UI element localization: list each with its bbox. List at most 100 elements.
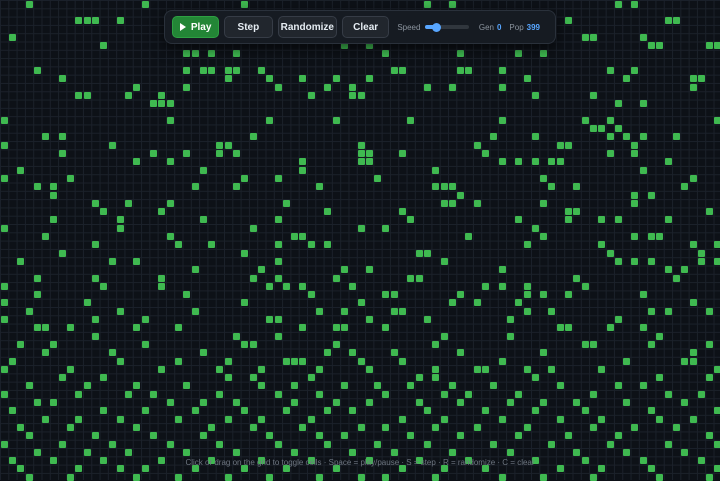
live-cell[interactable]	[116, 17, 124, 25]
live-cell[interactable]	[473, 299, 481, 307]
live-cell[interactable]	[399, 415, 406, 423]
live-cell[interactable]	[266, 316, 274, 323]
live-cell[interactable]	[540, 50, 548, 58]
live-cell[interactable]	[631, 150, 639, 157]
live-cell[interactable]	[639, 457, 647, 465]
live-cell[interactable]	[58, 133, 66, 141]
live-cell[interactable]	[324, 208, 332, 216]
live-cell[interactable]	[191, 407, 199, 415]
live-cell[interactable]	[465, 390, 473, 398]
live-cell[interactable]	[241, 174, 249, 182]
live-cell[interactable]	[307, 457, 315, 465]
live-cell[interactable]	[141, 316, 149, 323]
live-cell[interactable]	[233, 332, 240, 340]
live-cell[interactable]	[648, 340, 655, 348]
live-cell[interactable]	[614, 316, 622, 323]
live-cell[interactable]	[648, 257, 655, 265]
live-cell[interactable]	[249, 274, 257, 282]
live-cell[interactable]	[274, 316, 282, 323]
live-cell[interactable]	[58, 374, 66, 382]
live-cell[interactable]	[299, 282, 307, 290]
live-cell[interactable]	[0, 440, 8, 448]
live-cell[interactable]	[332, 274, 340, 282]
live-cell[interactable]	[108, 257, 116, 265]
live-cell[interactable]	[457, 67, 465, 74]
live-cell[interactable]	[556, 415, 564, 423]
live-cell[interactable]	[67, 365, 74, 373]
live-cell[interactable]	[581, 116, 589, 124]
live-cell[interactable]	[50, 216, 58, 224]
live-cell[interactable]	[133, 257, 141, 265]
live-cell[interactable]	[158, 365, 166, 373]
live-cell[interactable]	[25, 382, 33, 390]
live-cell[interactable]	[681, 266, 689, 274]
live-cell[interactable]	[440, 390, 448, 398]
live-cell[interactable]	[432, 183, 440, 191]
live-cell[interactable]	[399, 208, 406, 216]
live-cell[interactable]	[183, 448, 191, 456]
live-cell[interactable]	[407, 382, 415, 390]
live-cell[interactable]	[523, 365, 531, 373]
live-cell[interactable]	[631, 423, 639, 431]
live-cell[interactable]	[614, 100, 622, 108]
live-cell[interactable]	[706, 374, 714, 382]
live-cell[interactable]	[166, 199, 174, 207]
live-cell[interactable]	[307, 374, 315, 382]
live-cell[interactable]	[631, 141, 639, 149]
live-cell[interactable]	[498, 158, 506, 166]
live-cell[interactable]	[0, 116, 8, 124]
speed-slider-thumb[interactable]	[432, 22, 442, 32]
live-cell[interactable]	[108, 440, 116, 448]
live-cell[interactable]	[589, 390, 597, 398]
live-cell[interactable]	[8, 357, 16, 365]
live-cell[interactable]	[50, 191, 58, 199]
live-cell[interactable]	[340, 266, 348, 274]
live-cell[interactable]	[291, 448, 299, 456]
live-cell[interactable]	[473, 141, 481, 149]
live-cell[interactable]	[100, 457, 108, 465]
live-cell[interactable]	[473, 423, 481, 431]
live-cell[interactable]	[556, 382, 564, 390]
live-cell[interactable]	[581, 282, 589, 290]
live-cell[interactable]	[415, 457, 423, 465]
live-cell[interactable]	[465, 233, 473, 240]
live-cell[interactable]	[540, 291, 548, 299]
live-cell[interactable]	[689, 357, 697, 365]
live-cell[interactable]	[423, 0, 431, 8]
live-cell[interactable]	[166, 440, 174, 448]
live-cell[interactable]	[83, 299, 91, 307]
live-cell[interactable]	[598, 365, 606, 373]
live-cell[interactable]	[224, 67, 232, 74]
live-cell[interactable]	[349, 282, 357, 290]
live-cell[interactable]	[672, 274, 680, 282]
live-cell[interactable]	[482, 365, 489, 373]
live-cell[interactable]	[241, 465, 249, 473]
live-cell[interactable]	[482, 282, 489, 290]
live-cell[interactable]	[382, 224, 390, 232]
live-cell[interactable]	[75, 415, 83, 423]
live-cell[interactable]	[108, 141, 116, 149]
live-cell[interactable]	[523, 307, 531, 315]
live-cell[interactable]	[332, 75, 340, 83]
live-cell[interactable]	[349, 349, 357, 357]
live-cell[interactable]	[133, 324, 141, 332]
live-cell[interactable]	[141, 340, 149, 348]
live-cell[interactable]	[631, 0, 639, 8]
live-cell[interactable]	[656, 415, 664, 423]
live-cell[interactable]	[216, 390, 224, 398]
live-cell[interactable]	[307, 91, 315, 99]
live-cell[interactable]	[506, 399, 514, 406]
live-cell[interactable]	[714, 116, 720, 124]
live-cell[interactable]	[42, 415, 50, 423]
live-cell[interactable]	[515, 216, 523, 224]
live-cell[interactable]	[515, 390, 523, 398]
live-cell[interactable]	[0, 365, 8, 373]
live-cell[interactable]	[17, 423, 25, 431]
live-cell[interactable]	[125, 390, 133, 398]
live-cell[interactable]	[42, 233, 50, 240]
live-cell[interactable]	[681, 183, 689, 191]
live-cell[interactable]	[58, 249, 66, 257]
live-cell[interactable]	[365, 150, 373, 157]
live-cell[interactable]	[390, 307, 398, 315]
live-cell[interactable]	[241, 407, 249, 415]
